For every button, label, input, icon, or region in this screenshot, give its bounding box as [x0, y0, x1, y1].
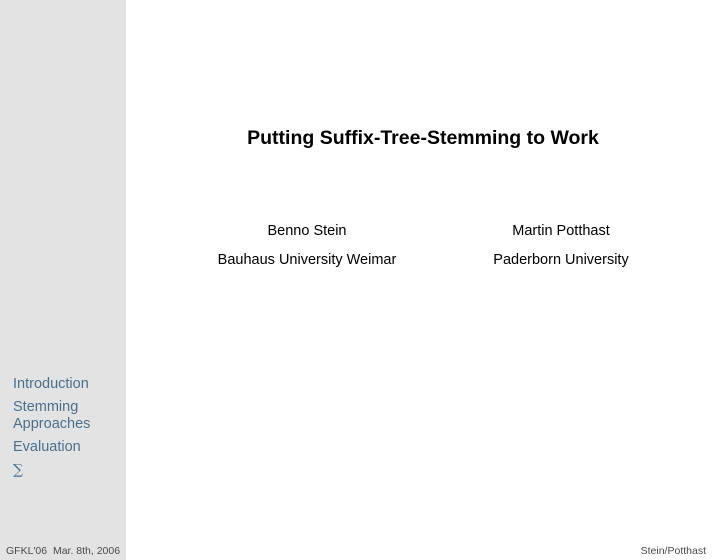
footer-conference-date: GFKL'06 Mar. 8th, 2006: [6, 545, 121, 557]
author-block-2: Martin Potthast Paderborn University: [431, 222, 691, 269]
sidebar-item-introduction[interactable]: Introduction: [13, 376, 123, 393]
author-affiliation: Bauhaus University Weimar: [217, 252, 397, 268]
slide-title: Putting Suffix-Tree-Stemming to Work: [247, 127, 599, 149]
sidebar-nav: Introduction Stemming Approaches Evaluat…: [13, 376, 123, 485]
sidebar-item-evaluation[interactable]: Evaluation: [13, 439, 123, 456]
author-name: Benno Stein: [267, 223, 347, 239]
author-block-1: Benno Stein Bauhaus University Weimar: [177, 222, 437, 269]
author-name: Martin Potthast: [512, 223, 610, 239]
author-affiliation: Paderborn University: [493, 252, 629, 268]
sidebar-item-stemming-approaches[interactable]: Stemming Approaches: [13, 399, 123, 433]
sidebar: Introduction Stemming Approaches Evaluat…: [0, 0, 126, 560]
sidebar-item-summary[interactable]: ∑: [13, 462, 123, 479]
footer-authors: Stein/Potthast: [640, 545, 706, 557]
